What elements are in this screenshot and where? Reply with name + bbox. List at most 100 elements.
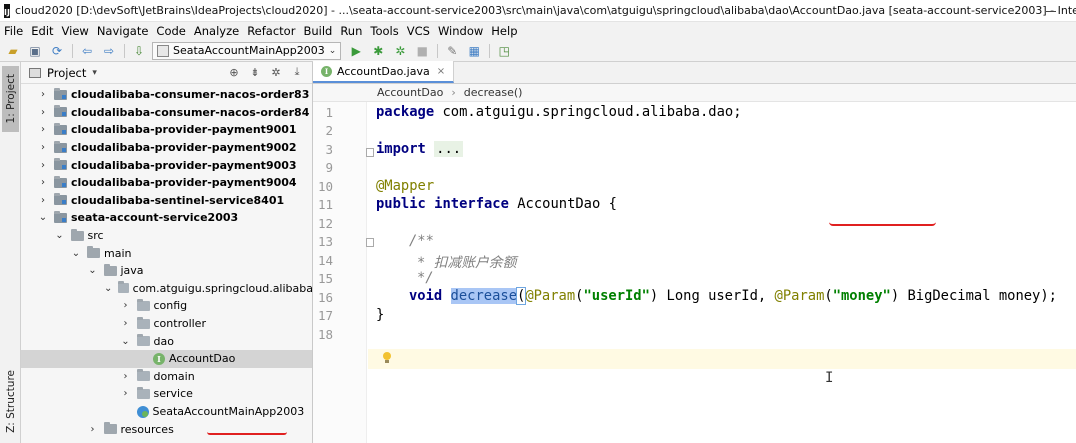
line-number: 11 bbox=[317, 197, 333, 212]
collapse-all-icon[interactable]: ⇟ bbox=[248, 65, 262, 79]
menu-window[interactable]: Window bbox=[438, 24, 483, 38]
chevron-right-icon[interactable]: › bbox=[121, 300, 131, 311]
tree-item[interactable]: › domain bbox=[21, 368, 312, 386]
breadcrumb-item-method[interactable]: decrease() bbox=[464, 86, 523, 99]
chevron-down-icon[interactable]: ⌄ bbox=[121, 336, 131, 347]
build-icon[interactable]: ⇩ bbox=[130, 42, 148, 60]
chevron-down-icon[interactable]: ▾ bbox=[92, 68, 97, 78]
folder-icon bbox=[103, 422, 117, 435]
open-folder-icon[interactable]: ▰ bbox=[4, 42, 22, 60]
sdk-icon[interactable]: ▦ bbox=[465, 42, 483, 60]
tree-item[interactable]: ⌄ dao bbox=[21, 332, 312, 350]
menu-tools[interactable]: Tools bbox=[370, 24, 398, 38]
run-configuration-select[interactable]: SeataAccountMainApp2003 ⌄ bbox=[152, 41, 342, 60]
toolbar-divider bbox=[124, 43, 125, 58]
close-icon[interactable]: × bbox=[437, 66, 445, 77]
chevron-down-icon[interactable]: ⌄ bbox=[104, 283, 112, 294]
chevron-down-icon[interactable]: ⌄ bbox=[55, 230, 65, 241]
gear-icon[interactable]: ✲ bbox=[269, 65, 283, 79]
tree-item[interactable]: ⌄ seata-account-service2003 bbox=[21, 209, 312, 227]
line-number: 15 bbox=[317, 271, 333, 286]
chevron-right-icon[interactable]: › bbox=[121, 318, 131, 329]
chevron-right-icon[interactable]: › bbox=[88, 424, 98, 435]
tree-item[interactable]: › controller bbox=[21, 315, 312, 333]
fold-toggle-icon[interactable] bbox=[366, 148, 374, 157]
tree-item[interactable]: › config bbox=[21, 297, 312, 315]
debug-icon[interactable]: ✱ bbox=[369, 42, 387, 60]
chevron-right-icon[interactable]: › bbox=[38, 124, 48, 135]
menu-file[interactable]: File bbox=[4, 24, 23, 38]
menu-refactor[interactable]: Refactor bbox=[247, 24, 295, 38]
lightbulb-icon[interactable] bbox=[382, 352, 392, 364]
run-config-icon bbox=[157, 44, 169, 57]
menu-analyze[interactable]: Analyze bbox=[194, 24, 239, 38]
menu-run[interactable]: Run bbox=[340, 24, 362, 38]
chevron-down-icon[interactable]: ⌄ bbox=[88, 265, 98, 276]
title-bar: IJ cloud2020 [D:\devSoft\JetBrains\IdeaP… bbox=[0, 0, 1076, 22]
sync-icon[interactable]: ⟳ bbox=[48, 42, 66, 60]
breadcrumb-item-class[interactable]: AccountDao bbox=[377, 86, 443, 99]
chevron-right-icon[interactable]: › bbox=[121, 388, 131, 399]
module-folder-icon bbox=[54, 105, 67, 118]
tree-item[interactable]: ⌄ main bbox=[21, 244, 312, 262]
locate-target-icon[interactable]: ⊕ bbox=[227, 65, 241, 79]
tree-item[interactable]: ⌄ src bbox=[21, 227, 312, 245]
fold-toggle-icon[interactable] bbox=[366, 238, 374, 247]
tree-item[interactable]: › cloudalibaba-provider-payment9004 bbox=[21, 174, 312, 192]
tab-accountdao-java[interactable]: I AccountDao.java × bbox=[313, 61, 455, 83]
tree-item[interactable]: › service bbox=[21, 385, 312, 403]
chevron-right-icon[interactable]: › bbox=[38, 177, 48, 188]
tree-item[interactable]: ⌄ java bbox=[21, 262, 312, 280]
project-structure-icon[interactable]: ✎ bbox=[443, 42, 461, 60]
breadcrumb-separator-icon: › bbox=[451, 86, 456, 99]
hide-panel-icon[interactable]: ⤓ bbox=[290, 65, 304, 79]
menu-build[interactable]: Build bbox=[303, 24, 332, 38]
chevron-right-icon[interactable]: › bbox=[38, 160, 48, 171]
menu-view[interactable]: View bbox=[62, 24, 89, 38]
forward-icon[interactable]: ⇨ bbox=[100, 42, 118, 60]
save-icon[interactable]: ▣ bbox=[26, 42, 44, 60]
chevron-right-icon[interactable]: › bbox=[38, 195, 48, 206]
chevron-down-icon[interactable]: ⌄ bbox=[71, 248, 81, 259]
line-number: 17 bbox=[317, 308, 333, 323]
tree-item-label: cloudalibaba-sentinel-service8401 bbox=[71, 193, 285, 207]
stop-icon[interactable]: ■ bbox=[413, 42, 431, 60]
deploy-icon[interactable]: ◳ bbox=[495, 42, 513, 60]
chevron-right-icon[interactable]: › bbox=[121, 371, 131, 382]
tree-item[interactable]: › cloudalibaba-provider-payment9001 bbox=[21, 121, 312, 139]
interface-icon: I bbox=[321, 65, 332, 77]
back-icon[interactable]: ⇦ bbox=[78, 42, 96, 60]
tree-item[interactable]: › cloudalibaba-provider-payment9002 bbox=[21, 139, 312, 157]
tree-item-label: cloudalibaba-provider-payment9002 bbox=[71, 141, 297, 155]
selected-method-name[interactable]: decrease bbox=[450, 288, 517, 304]
menu-code[interactable]: Code bbox=[156, 24, 185, 38]
tree-item[interactable]: › cloudalibaba-sentinel-service8401 bbox=[21, 192, 312, 210]
tree-item[interactable]: SeataAccountMainApp2003 bbox=[21, 403, 312, 421]
menu-navigate[interactable]: Navigate bbox=[97, 24, 149, 38]
minimize-icon[interactable] bbox=[1044, 4, 1058, 18]
red-annotation-underline bbox=[207, 432, 287, 435]
tree-item[interactable]: ⌄ com.atguigu.springcloud.alibaba bbox=[21, 280, 312, 298]
chevron-right-icon[interactable]: › bbox=[38, 142, 48, 153]
line-number: 1 bbox=[325, 105, 333, 120]
line-number: 18 bbox=[317, 327, 333, 342]
chevron-right-icon[interactable]: › bbox=[38, 89, 48, 100]
chevron-right-icon[interactable]: › bbox=[38, 107, 48, 118]
coverage-icon[interactable]: ✲ bbox=[391, 42, 409, 60]
folded-imports[interactable]: ... bbox=[434, 141, 464, 157]
project-panel-title[interactable]: Project bbox=[47, 66, 86, 80]
project-tool-tab[interactable]: 1: Project bbox=[2, 66, 19, 132]
code-line-14: * 扣减账户余额 bbox=[417, 255, 517, 271]
tree-item[interactable]: I AccountDao bbox=[21, 350, 312, 368]
run-icon[interactable]: ▶ bbox=[347, 42, 365, 60]
structure-tool-tab[interactable]: Z: Structure bbox=[2, 362, 19, 440]
menu-help[interactable]: Help bbox=[491, 24, 517, 38]
menu-edit[interactable]: Edit bbox=[31, 24, 53, 38]
tree-item[interactable]: › resources bbox=[21, 420, 312, 438]
main-toolbar: ▰ ▣ ⟳ ⇦ ⇨ ⇩ SeataAccountMainApp2003 ⌄ ▶ … bbox=[0, 40, 1076, 62]
tree-item[interactable]: › cloudalibaba-consumer-nacos-order84 bbox=[21, 104, 312, 122]
chevron-down-icon[interactable]: ⌄ bbox=[38, 212, 48, 223]
tree-item[interactable]: › cloudalibaba-consumer-nacos-order83 bbox=[21, 86, 312, 104]
tree-item[interactable]: › cloudalibaba-provider-payment9003 bbox=[21, 156, 312, 174]
menu-vcs[interactable]: VCS bbox=[407, 24, 430, 38]
